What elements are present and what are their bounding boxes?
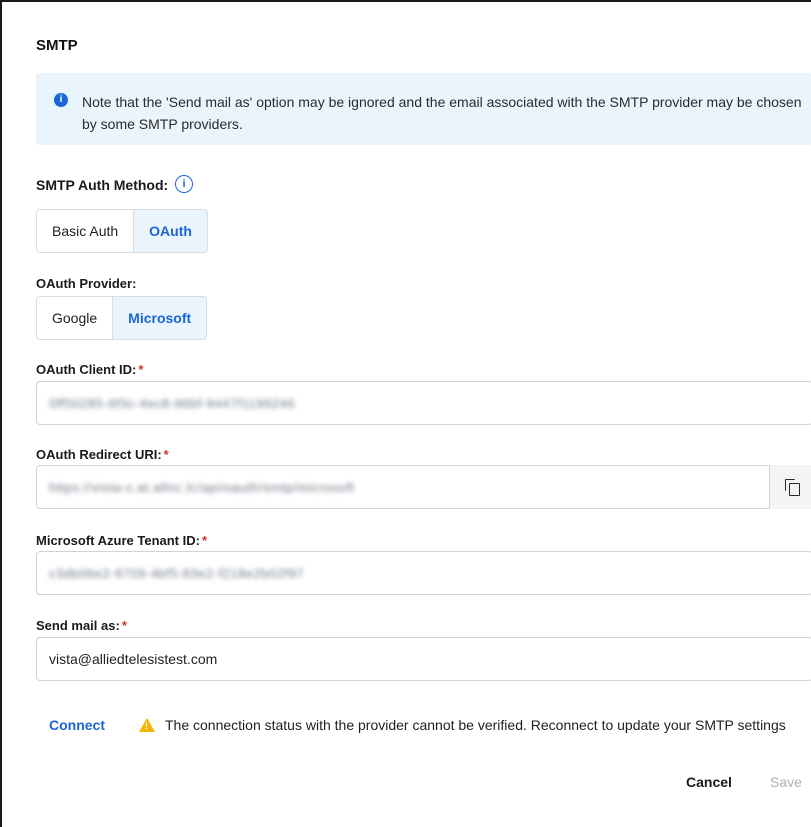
redirect-uri-label: OAuth Redirect URI: * [36, 447, 169, 462]
send-mail-as-label: Send mail as: * [36, 618, 127, 633]
tenant-id-value: c3db06e2-9709-4bf5-83e2-f218e2b02f97 [49, 565, 305, 581]
redirect-uri-field[interactable]: https://vista-c.at.allnc.lc/api/oauth/sm… [36, 465, 770, 509]
auth-method-toggle: Basic Auth OAuth [36, 209, 208, 253]
info-circle-icon[interactable]: i [175, 175, 193, 193]
redirect-uri-label-text: OAuth Redirect URI: [36, 447, 162, 462]
cancel-button[interactable]: Cancel [686, 774, 732, 790]
save-button[interactable]: Save [770, 774, 802, 790]
redirect-uri-value: https://vista-c.at.allnc.lc/api/oauth/sm… [49, 479, 355, 495]
tenant-id-label-text: Microsoft Azure Tenant ID: [36, 533, 200, 548]
oauth-provider-microsoft[interactable]: Microsoft [112, 297, 207, 339]
info-banner-text: Note that the 'Send mail as' option may … [82, 94, 802, 132]
smtp-settings-panel: SMTP i Note that the 'Send mail as' opti… [0, 0, 811, 827]
auth-method-oauth[interactable]: OAuth [133, 210, 207, 252]
client-id-label-text: OAuth Client ID: [36, 362, 137, 377]
tenant-id-field[interactable]: c3db06e2-9709-4bf5-83e2-f218e2b02f97 [36, 551, 811, 595]
copy-redirect-uri-button[interactable] [770, 465, 811, 509]
info-icon: i [54, 93, 68, 107]
oauth-provider-label: OAuth Provider: [36, 276, 137, 291]
smtp-auth-method-label: SMTP Auth Method: [36, 177, 169, 193]
section-title: SMTP [36, 37, 78, 54]
copy-icon [784, 479, 800, 496]
auth-method-basic-auth[interactable]: Basic Auth [37, 210, 134, 252]
required-marker: * [163, 447, 169, 462]
required-marker: * [201, 533, 208, 548]
connection-warning-text: The connection status with the provider … [165, 717, 786, 733]
client-id-label: OAuth Client ID: * [36, 362, 143, 377]
send-mail-as-value: vista@alliedtelesistest.com [49, 651, 218, 667]
client-id-value: 0ff50285-6f3c-4ec8-96bf-9447f1199246 [49, 395, 295, 411]
oauth-provider-google[interactable]: Google [37, 297, 113, 339]
required-marker: * [138, 362, 144, 377]
oauth-provider-toggle: Google Microsoft [36, 296, 208, 340]
connect-button[interactable]: Connect [49, 717, 105, 733]
send-mail-as-label-text: Send mail as: [36, 618, 120, 633]
info-banner: i Note that the 'Send mail as' option ma… [36, 73, 811, 145]
client-id-field[interactable]: 0ff50285-6f3c-4ec8-96bf-9447f1199246 [36, 381, 811, 425]
required-marker: * [121, 618, 127, 633]
tenant-id-label: Microsoft Azure Tenant ID: * [36, 533, 207, 548]
warning-icon: ! [139, 718, 155, 732]
send-mail-as-field[interactable]: vista@alliedtelesistest.com [36, 637, 811, 681]
